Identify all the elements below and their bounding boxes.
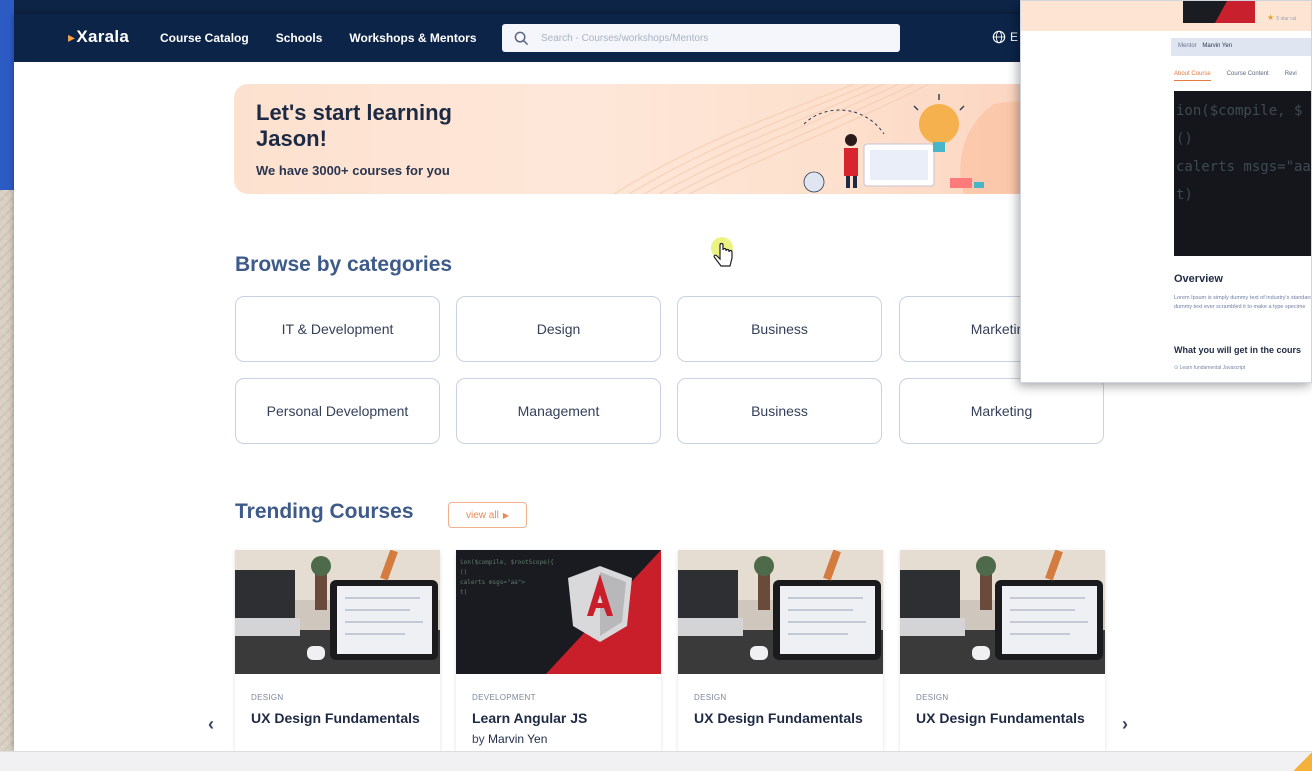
course-author-prefix: by bbox=[472, 732, 485, 746]
category-management[interactable]: Management bbox=[456, 378, 661, 444]
course-title: UX Design Fundamentals bbox=[251, 710, 420, 726]
svg-text:ion($compile, $rootScope){: ion($compile, $rootScope){ bbox=[460, 559, 554, 566]
top-strip bbox=[14, 0, 1024, 14]
logo-text: Xarala bbox=[76, 27, 130, 46]
corner-accent bbox=[1294, 751, 1312, 771]
course-category: DEVELOPMENT bbox=[472, 693, 536, 702]
categories-title: Browse by categories bbox=[235, 253, 453, 276]
globe-icon[interactable] bbox=[992, 30, 1006, 44]
overlay-mentor-label: Mentor bbox=[1178, 43, 1197, 49]
course-thumbnail-desk bbox=[678, 550, 883, 674]
course-author: by Marvin Yen bbox=[472, 732, 547, 746]
category-business[interactable]: Business bbox=[677, 296, 882, 362]
overlay-get-item-text: Learn fundamental Javascript bbox=[1179, 365, 1246, 371]
overlay-mentor-name[interactable]: Marvin Yen bbox=[1202, 43, 1232, 49]
language-label[interactable]: E bbox=[1010, 30, 1018, 44]
nav-schools[interactable]: Schools bbox=[276, 31, 323, 45]
course-card[interactable]: DESIGN UX Design Fundamentals bbox=[900, 550, 1105, 751]
overlay-overview-title: Overview bbox=[1174, 273, 1223, 285]
search-icon bbox=[514, 31, 529, 45]
view-all-label: view all bbox=[466, 509, 499, 521]
overlay-overview-text: Lorem Ipsum is simply dummy text of indu… bbox=[1174, 295, 1312, 310]
code-line: calerts msgs="aa bbox=[1176, 159, 1311, 175]
course-thumbnail-angular: ion($compile, $rootScope){ () calerts ms… bbox=[456, 550, 661, 674]
course-category: DESIGN bbox=[251, 693, 284, 702]
caret-right-icon: ▶ bbox=[502, 510, 509, 520]
overlay-rating: ★ 5 star rat bbox=[1267, 13, 1297, 22]
svg-text:t): t) bbox=[460, 589, 467, 596]
course-title: UX Design Fundamentals bbox=[916, 710, 1085, 726]
code-line: () bbox=[1176, 131, 1193, 147]
search-input[interactable] bbox=[541, 32, 881, 44]
course-category: DESIGN bbox=[916, 693, 949, 702]
overlay-mentor: Mentor Marvin Yen bbox=[1178, 43, 1232, 49]
course-title: UX Design Fundamentals bbox=[694, 710, 863, 726]
category-business-2[interactable]: Business bbox=[677, 378, 882, 444]
course-author-name[interactable]: Marvin Yen bbox=[488, 732, 547, 746]
banner-subtitle: We have 3000+ courses for you bbox=[256, 163, 450, 178]
nav-workshops-mentors[interactable]: Workshops & Mentors bbox=[349, 31, 476, 45]
carousel-next-button[interactable]: › bbox=[1122, 714, 1128, 735]
category-marketing-2[interactable]: Marketing bbox=[899, 378, 1104, 444]
category-personal-development[interactable]: Personal Development bbox=[235, 378, 440, 444]
course-card[interactable]: ion($compile, $rootScope){ () calerts ms… bbox=[456, 550, 661, 751]
course-detail-overlay-window[interactable]: ★ 5 star rat Mentor Marvin Yen About Cou… bbox=[1020, 0, 1312, 383]
overlay-get-item: ⊙ Learn fundamental Javascript bbox=[1174, 365, 1246, 371]
overlay-tabs: About Course Course Content Revi bbox=[1174, 71, 1297, 81]
course-card[interactable]: DESIGN UX Design Fundamentals bbox=[235, 550, 440, 751]
overlay-course-thumbnail bbox=[1183, 1, 1255, 23]
trending-title: Trending Courses bbox=[235, 500, 414, 523]
svg-text:(): () bbox=[460, 569, 467, 576]
overlay-code-preview: ion($compile, $ () calerts msgs="aa t) bbox=[1174, 91, 1311, 256]
bottom-taskbar bbox=[0, 751, 1312, 771]
code-line: t) bbox=[1176, 187, 1193, 203]
learning-illustration-icon bbox=[803, 94, 984, 193]
overlay-rating-text: 5 star rat bbox=[1276, 16, 1297, 22]
tab-course-content[interactable]: Course Content bbox=[1227, 71, 1269, 81]
carousel-prev-button[interactable]: ‹ bbox=[208, 714, 214, 735]
code-line: ion($compile, $ bbox=[1176, 103, 1303, 119]
nav-links: Course Catalog Schools Workshops & Mento… bbox=[160, 31, 477, 45]
course-thumbnail-desk bbox=[235, 550, 440, 674]
view-all-button[interactable]: view all ▶ bbox=[448, 502, 527, 528]
category-design[interactable]: Design bbox=[456, 296, 661, 362]
course-card[interactable]: DESIGN UX Design Fundamentals bbox=[678, 550, 883, 751]
welcome-banner: Let's start learning Jason! We have 3000… bbox=[234, 84, 1102, 194]
overlay-thumbnail-accent bbox=[1215, 1, 1255, 23]
logo-mark-icon: ▸ bbox=[68, 28, 76, 45]
hand-pointer-cursor-icon bbox=[711, 237, 733, 267]
logo[interactable]: ▸ Xarala bbox=[68, 27, 129, 47]
banner-title: Let's start learning Jason! bbox=[256, 100, 452, 151]
svg-text:calerts msgs="aa">: calerts msgs="aa"> bbox=[460, 579, 525, 586]
overlay-what-you-get-title: What you will get in the cours bbox=[1174, 345, 1302, 355]
background-window-edge bbox=[0, 0, 14, 190]
course-thumbnail-desk bbox=[900, 550, 1105, 674]
course-category: DESIGN bbox=[694, 693, 727, 702]
nav-course-catalog[interactable]: Course Catalog bbox=[160, 31, 249, 45]
search-box[interactable] bbox=[502, 24, 900, 52]
tab-reviews[interactable]: Revi bbox=[1285, 71, 1297, 81]
category-it-development[interactable]: IT & Development bbox=[235, 296, 440, 362]
tab-about-course[interactable]: About Course bbox=[1174, 71, 1211, 81]
course-title: Learn Angular JS bbox=[472, 710, 588, 726]
